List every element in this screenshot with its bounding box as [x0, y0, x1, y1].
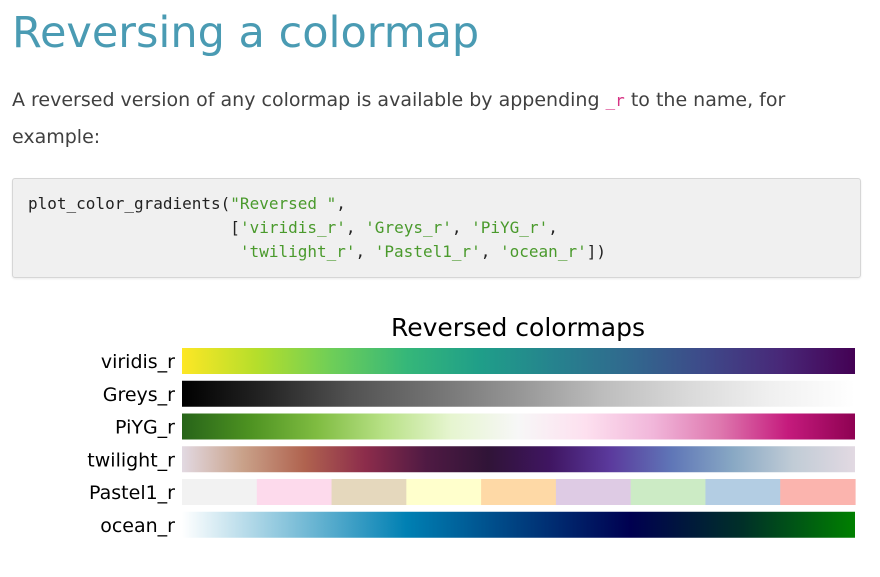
code-item: 'Greys_r' [365, 218, 452, 237]
colormap-swatch [555, 479, 632, 505]
colormap-bar [182, 413, 855, 440]
chart-title: Reversed colormaps [391, 313, 645, 342]
colormap-bar [182, 380, 855, 407]
colormap-rows: viridis_r Greys_r PiYG_r twilight_r Pastel1_… [87, 348, 856, 538]
colormap-label: Greys_r [103, 384, 175, 406]
section-heading: Reversing a colormap [12, 8, 480, 58]
code-item: 'viridis_r' [239, 218, 346, 237]
code-sep: , [480, 242, 501, 261]
colormap-label: PiYG_r [115, 417, 175, 439]
code-item: 'PiYG_r' [471, 218, 549, 237]
inline-code-suffix: _r [605, 91, 625, 110]
code-comma: , [548, 218, 558, 237]
colormap-swatch [256, 479, 333, 505]
colormap-label: ocean_r [100, 515, 175, 537]
colormap-bar [182, 511, 855, 538]
colormap-chart: Reversed colormaps viridis_r Greys_r PiYG_… [87, 313, 856, 538]
intro-paragraph: A reversed version of any colormap is av… [12, 82, 832, 155]
code-open-bracket: [ [230, 218, 240, 237]
code-item: 'twilight_r' [239, 242, 356, 261]
colormap-bar [182, 446, 855, 473]
colormap-swatch [780, 479, 856, 505]
code-block: plot_color_gradients("Reversed ", ['viri… [12, 178, 861, 278]
code-title-arg: "Reversed " [230, 194, 337, 213]
code-text: plot_color_gradients("Reversed ", ['viri… [28, 192, 606, 264]
colormap-label: viridis_r [101, 351, 175, 373]
colormap-label: twilight_r [87, 449, 175, 471]
code-item: 'Pastel1_r' [374, 242, 481, 261]
code-sep: , [355, 242, 375, 261]
colormap-swatch [481, 479, 557, 505]
code-close: ]) [586, 242, 606, 261]
colormap-swatch [182, 479, 258, 505]
colormap-bar [182, 348, 855, 374]
colormap-label: Pastel1_r [89, 482, 175, 504]
code-sep: , [451, 218, 472, 237]
code-item: 'ocean_r' [500, 242, 587, 261]
colormap-swatch [406, 479, 482, 505]
colormap-swatch [705, 479, 781, 505]
colormap-swatch [630, 479, 707, 505]
code-fn: plot_color_gradients( [28, 194, 231, 213]
colormap-figure: Reversed colormaps viridis_r Greys_r PiYG_… [0, 300, 880, 560]
code-sep: , [345, 218, 366, 237]
colormap-swatch [331, 479, 407, 505]
code-comma: , [336, 194, 346, 213]
intro-text-before: A reversed version of any colormap is av… [12, 89, 606, 111]
